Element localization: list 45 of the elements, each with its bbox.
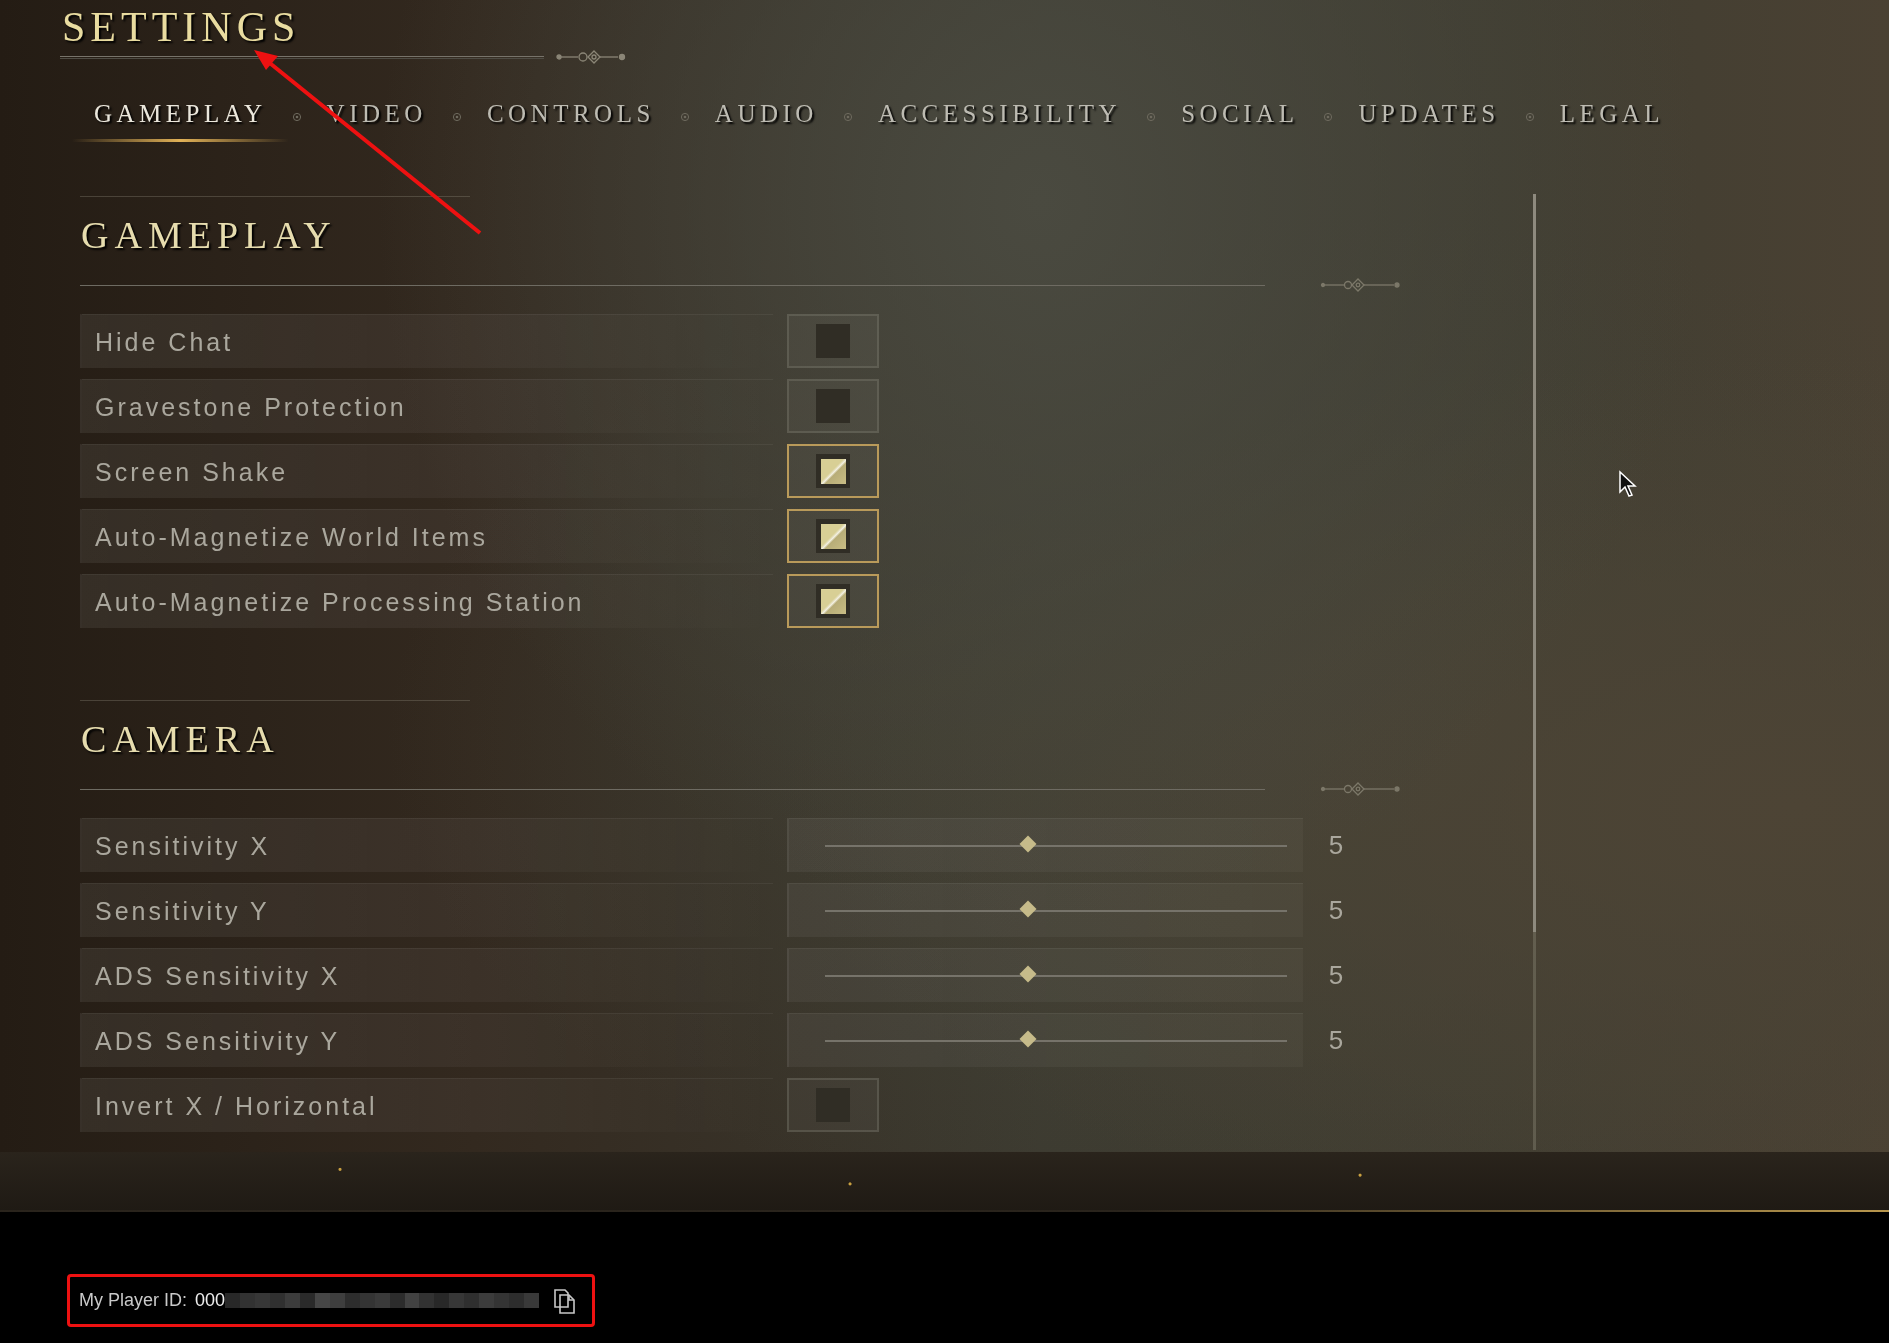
slider-value: 5 — [1327, 959, 1345, 991]
tab[interactable]: LEGAL — [1537, 92, 1687, 142]
player-id-value: 000 — [195, 1290, 226, 1311]
scrollbar[interactable] — [1533, 194, 1536, 1150]
setting-label: Gravestone Protection — [80, 379, 773, 433]
tab[interactable]: ACCESSIBILITY — [855, 92, 1144, 142]
mouse-cursor-icon — [1618, 470, 1638, 498]
tab-separator-icon — [842, 112, 853, 122]
settings-title: SETTINGS — [62, 6, 302, 48]
slider[interactable] — [787, 883, 1303, 937]
tab-separator-icon — [679, 112, 690, 122]
setting-label: Auto-Magnetize Processing Station — [80, 574, 773, 628]
tab[interactable]: AUDIO — [692, 92, 840, 142]
setting-label: Sensitivity X — [80, 818, 773, 872]
tab-separator-icon — [291, 112, 302, 122]
setting-label: Hide Chat — [80, 314, 773, 368]
copy-icon[interactable] — [554, 1287, 576, 1314]
setting-label: ADS Sensitivity Y — [80, 1013, 773, 1067]
setting-label: ADS Sensitivity X — [80, 948, 773, 1002]
slider-value: 5 — [1327, 1024, 1345, 1056]
player-id-label: My Player ID: — [79, 1290, 187, 1311]
tab[interactable]: SOCIAL — [1159, 92, 1321, 142]
slider-value: 5 — [1327, 894, 1345, 926]
ornament-icon — [1320, 278, 1400, 292]
setting-label: Auto-Magnetize World Items — [80, 509, 773, 563]
setting-label: Invert X / Horizontal — [80, 1078, 773, 1132]
tab-separator-icon — [1146, 112, 1157, 122]
checkbox[interactable] — [787, 444, 879, 498]
setting-label: Sensitivity Y — [80, 883, 773, 937]
tab-separator-icon — [451, 112, 462, 122]
slider[interactable] — [787, 818, 1303, 872]
slider[interactable] — [787, 948, 1303, 1002]
tab[interactable]: UPDATES — [1336, 92, 1522, 142]
section-heading: CAMERA — [80, 717, 281, 762]
slider[interactable] — [787, 1013, 1303, 1067]
checkbox[interactable] — [787, 509, 879, 563]
slider-value: 5 — [1327, 829, 1345, 861]
scrollbar-thumb[interactable] — [1533, 194, 1536, 932]
ornament-icon — [1320, 782, 1400, 796]
section-heading: GAMEPLAY — [80, 213, 338, 258]
tab-separator-icon — [1323, 112, 1334, 122]
tab-separator-icon — [1524, 112, 1535, 122]
checkbox[interactable] — [787, 574, 879, 628]
tab[interactable]: CONTROLS — [464, 92, 677, 142]
setting-label: Screen Shake — [80, 444, 773, 498]
